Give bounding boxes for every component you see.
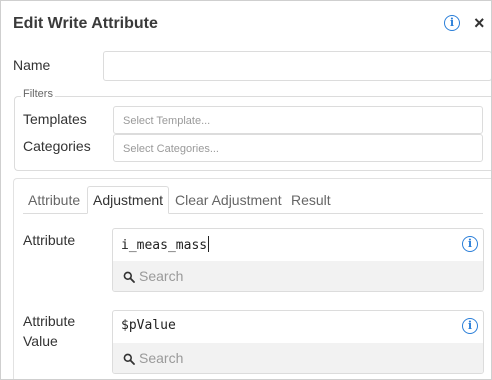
attribute-value-input[interactable]: $pValue i xyxy=(113,311,483,343)
categories-label: Categories xyxy=(23,138,91,154)
text-cursor xyxy=(208,236,210,252)
attribute-combobox[interactable]: i_meas_mass i Search xyxy=(112,228,484,292)
attribute-value-search-box[interactable]: Search xyxy=(113,343,483,373)
dialog-title: Edit Write Attribute xyxy=(13,15,158,32)
attribute-search-box[interactable]: Search xyxy=(113,261,483,291)
attribute-value-search-placeholder: Search xyxy=(139,350,184,366)
attribute-input[interactable]: i_meas_mass i xyxy=(113,229,483,261)
templates-select[interactable]: Select Template... xyxy=(113,106,483,134)
attribute-search-placeholder: Search xyxy=(139,268,184,284)
attribute-value-label-line1: Attribute xyxy=(23,313,76,329)
search-icon xyxy=(123,353,135,365)
search-icon xyxy=(123,271,135,283)
templates-label: Templates xyxy=(23,111,87,127)
filters-legend: Filters xyxy=(21,88,55,100)
templates-placeholder: Select Template... xyxy=(123,115,211,127)
tab-clear-adjustment[interactable]: Clear Adjustment xyxy=(175,192,282,208)
categories-select[interactable]: Select Categories... xyxy=(113,134,483,162)
attribute-label: Attribute xyxy=(23,232,76,248)
attribute-value-label-line2: Value xyxy=(23,333,58,349)
name-label: Name xyxy=(13,57,51,73)
tab-attribute[interactable]: Attribute xyxy=(28,192,80,208)
close-icon[interactable]: × xyxy=(474,14,485,32)
attribute-info-icon[interactable]: i xyxy=(462,236,478,252)
tab-adjustment[interactable]: Adjustment xyxy=(87,186,169,214)
info-icon[interactable]: i xyxy=(444,15,460,31)
edit-write-attribute-dialog: Edit Write Attribute i × Name Filters Te… xyxy=(0,0,492,380)
attribute-value-info-icon[interactable]: i xyxy=(462,318,478,334)
tab-result[interactable]: Result xyxy=(291,192,331,208)
attribute-value: i_meas_mass xyxy=(121,238,208,253)
attribute-value-text: $pValue xyxy=(121,318,176,333)
categories-placeholder: Select Categories... xyxy=(123,143,219,155)
attribute-value-wrap: i_meas_mass xyxy=(121,236,210,253)
attribute-value-combobox[interactable]: $pValue i Search xyxy=(112,310,484,374)
name-input[interactable] xyxy=(103,51,491,81)
